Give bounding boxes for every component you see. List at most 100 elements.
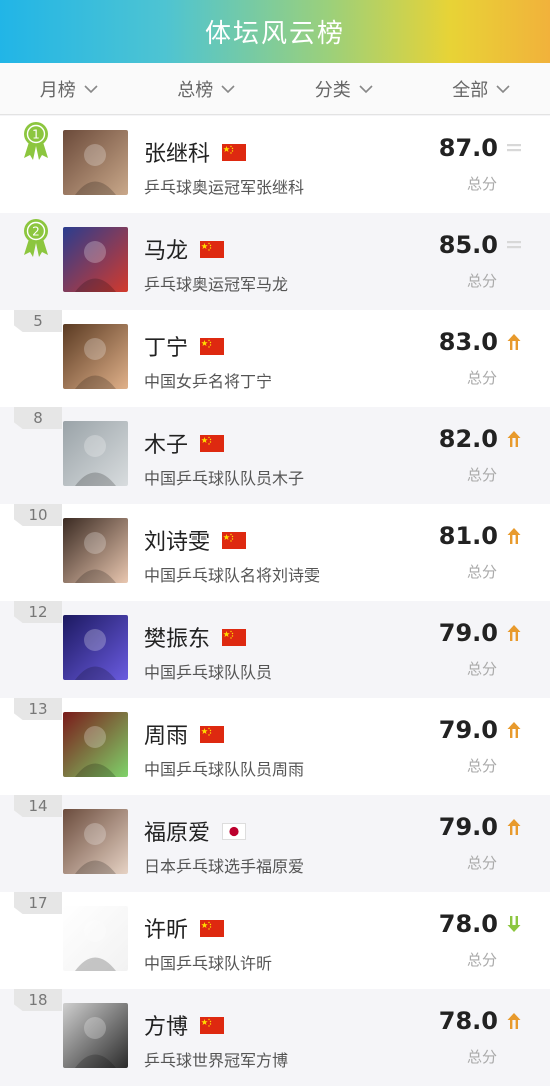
china-flag-icon — [200, 920, 224, 937]
athlete-description: 中国乒乓球队队员 — [144, 659, 272, 683]
athlete-description: 中国乒乓球队队员木子 — [144, 465, 304, 489]
rank-badge: 5 — [14, 310, 62, 332]
avatar — [63, 615, 128, 680]
medal-rank: 1 — [32, 128, 40, 142]
athlete-name: 福原爱 — [144, 815, 210, 847]
avatar — [63, 324, 128, 389]
name-line: 马龙 — [144, 233, 224, 265]
athlete-description: 中国乒乓球队许昕 — [144, 950, 272, 974]
filter-label: 全部 — [452, 76, 488, 102]
ranking-row[interactable]: 17 许昕 中国乒乓球队许昕 78.0 总分 — [0, 892, 550, 989]
ranking-row[interactable]: 12 樊振东 中国乒乓球队队员 79.0 总分 — [0, 601, 550, 698]
medal-rank: 2 — [32, 225, 40, 239]
athlete-description: 乒乓球奥运冠军马龙 — [144, 271, 288, 295]
athlete-description: 乒乓球奥运冠军张继科 — [144, 174, 304, 198]
name-line: 丁宁 — [144, 330, 224, 362]
page-title: 体坛风云榜 — [205, 13, 345, 50]
score-label: 总分 — [467, 464, 497, 485]
score-value: 78.0 — [439, 910, 498, 938]
avatar — [63, 712, 128, 777]
chevron-down-icon — [221, 84, 235, 94]
trend-up-icon — [506, 625, 522, 641]
filter-overall[interactable]: 总榜 — [138, 76, 276, 102]
china-flag-icon — [200, 435, 224, 452]
score-label: 总分 — [467, 561, 497, 582]
ranking-row[interactable]: 1 张继科 乒乓球奥运冠军张继科 87.0 总分 — [0, 116, 550, 213]
china-flag-icon — [222, 532, 246, 549]
avatar — [63, 809, 128, 874]
rank-badge: 13 — [14, 698, 62, 720]
athlete-name: 丁宁 — [144, 330, 188, 362]
score-label: 总分 — [467, 852, 497, 873]
trend-up-icon — [506, 334, 522, 350]
ranking-row[interactable]: 18 方博 乒乓球世界冠军方博 78.0 总分 — [0, 989, 550, 1086]
score-value: 78.0 — [439, 1007, 498, 1035]
name-line: 樊振东 — [144, 621, 246, 653]
trend-up-icon — [506, 528, 522, 544]
name-line: 刘诗雯 — [144, 524, 246, 556]
ranking-row[interactable]: 2 马龙 乒乓球奥运冠军马龙 85.0 总分 — [0, 213, 550, 310]
chevron-down-icon — [496, 84, 510, 94]
ranking-row[interactable]: 5 丁宁 中国女乒名将丁宁 83.0 总分 — [0, 310, 550, 407]
medal-icon: 1 — [20, 120, 52, 162]
athlete-description: 中国女乒名将丁宁 — [144, 368, 272, 392]
athlete-name: 木子 — [144, 427, 188, 459]
score-label: 总分 — [467, 949, 497, 970]
athlete-description: 乒乓球世界冠军方博 — [144, 1047, 288, 1071]
ranking-row[interactable]: 13 周雨 中国乒乓球队队员周雨 79.0 总分 — [0, 698, 550, 795]
avatar — [63, 227, 128, 292]
score-value: 81.0 — [439, 522, 498, 550]
trend-up-icon — [506, 1013, 522, 1029]
no-change-icon — [506, 140, 522, 156]
score-value: 79.0 — [439, 619, 498, 647]
filter-all[interactable]: 全部 — [413, 76, 550, 102]
filter-category[interactable]: 分类 — [275, 76, 413, 102]
athlete-description: 中国乒乓球队名将刘诗雯 — [144, 562, 320, 586]
score-label: 总分 — [467, 367, 497, 388]
china-flag-icon — [200, 726, 224, 743]
rank-badge: 18 — [14, 989, 62, 1011]
score-label: 总分 — [467, 755, 497, 776]
score-label: 总分 — [467, 270, 497, 291]
name-line: 木子 — [144, 427, 224, 459]
athlete-name: 樊振东 — [144, 621, 210, 653]
athlete-name: 马龙 — [144, 233, 188, 265]
trend-up-icon — [506, 722, 522, 738]
no-change-icon — [506, 237, 522, 253]
score-value: 83.0 — [439, 328, 498, 356]
athlete-description: 中国乒乓球队队员周雨 — [144, 756, 304, 780]
score-label: 总分 — [467, 658, 497, 679]
trend-up-icon — [506, 431, 522, 447]
rank-badge: 10 — [14, 504, 62, 526]
china-flag-icon — [200, 241, 224, 258]
rank-badge: 12 — [14, 601, 62, 623]
ranking-row[interactable]: 14 福原爱 日本乒乓球选手福原爱 79.0 总分 — [0, 795, 550, 892]
china-flag-icon — [200, 338, 224, 355]
filter-bar: 月榜 总榜 分类 全部 — [0, 63, 550, 115]
china-flag-icon — [200, 1017, 224, 1034]
china-flag-icon — [222, 629, 246, 646]
name-line: 张继科 — [144, 136, 246, 168]
filter-label: 月榜 — [40, 76, 76, 102]
name-line: 方博 — [144, 1009, 224, 1041]
ranking-row[interactable]: 10 刘诗雯 中国乒乓球队名将刘诗雯 81.0 总分 — [0, 504, 550, 601]
name-line: 福原爱 — [144, 815, 246, 847]
name-line: 许昕 — [144, 912, 224, 944]
athlete-name: 方博 — [144, 1009, 188, 1041]
athlete-name: 周雨 — [144, 718, 188, 750]
filter-label: 总榜 — [177, 76, 213, 102]
chevron-down-icon — [84, 84, 98, 94]
rank-badge: 17 — [14, 892, 62, 914]
japan-flag-icon — [222, 823, 246, 840]
avatar — [63, 130, 128, 195]
score-value: 79.0 — [439, 813, 498, 841]
score-value: 87.0 — [439, 134, 498, 162]
ranking-row[interactable]: 8 木子 中国乒乓球队队员木子 82.0 总分 — [0, 407, 550, 504]
score-value: 82.0 — [439, 425, 498, 453]
filter-monthly[interactable]: 月榜 — [0, 76, 138, 102]
athlete-description: 日本乒乓球选手福原爱 — [144, 853, 304, 877]
score-label: 总分 — [467, 173, 497, 194]
trend-up-icon — [506, 819, 522, 835]
avatar — [63, 421, 128, 486]
top-header: 体坛风云榜 — [0, 0, 550, 63]
